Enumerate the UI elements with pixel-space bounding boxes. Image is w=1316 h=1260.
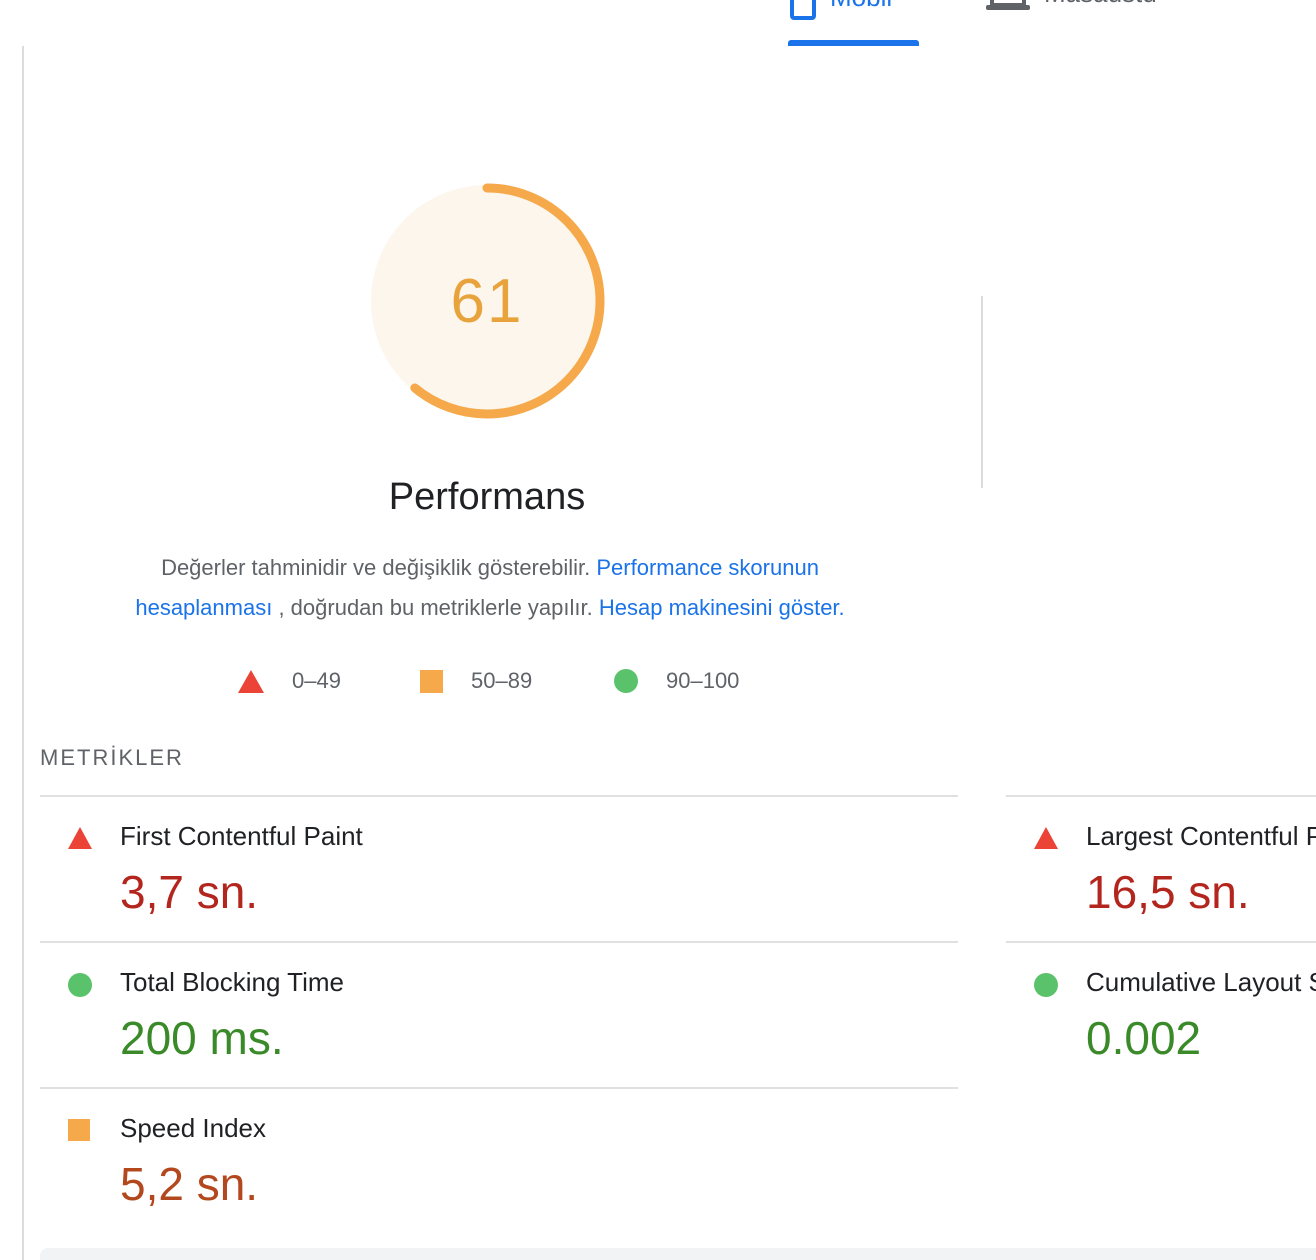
circle-icon bbox=[614, 669, 638, 693]
metric-cumulative-layout-shift: Cumulative Layout Shift 0.002 bbox=[1006, 943, 1316, 1087]
device-tabs: Mobil Masaüstü bbox=[0, 0, 1316, 46]
metric-speed-index: Speed Index 5,2 sn. bbox=[40, 1089, 958, 1233]
metric-name: Speed Index bbox=[120, 1113, 267, 1143]
smartphone-icon bbox=[790, 0, 816, 20]
metric-first-contentful-paint: First Contentful Paint 3,7 sn. bbox=[40, 797, 958, 941]
description-text-2: , doğrudan bu metriklerle yapılır. bbox=[278, 595, 593, 620]
metric-value: 3,7 sn. bbox=[120, 866, 259, 918]
legend-item-fail: 0–49 bbox=[238, 668, 341, 694]
average-square-icon bbox=[68, 1119, 90, 1141]
performance-score-gauge: 61 bbox=[367, 181, 607, 421]
score-value: 61 bbox=[450, 266, 524, 336]
metric-name: Largest Contentful Paint bbox=[1086, 821, 1316, 851]
metric-value: 0.002 bbox=[1086, 1012, 1202, 1064]
category-title: Performans bbox=[388, 476, 586, 518]
legend-item-average: 50–89 bbox=[420, 668, 532, 694]
legend-label: 90–100 bbox=[666, 668, 740, 693]
active-tab-indicator bbox=[788, 40, 919, 46]
tab-desktop-label: Masaüstü bbox=[1044, 0, 1157, 9]
tab-mobile-label: Mobil bbox=[830, 0, 892, 13]
metrics-section-label: METRİKLER bbox=[40, 745, 184, 770]
metric-name: First Contentful Paint bbox=[120, 821, 363, 851]
score-description: Değerler tahminidir ve değişiklik göster… bbox=[90, 548, 890, 628]
fail-triangle-icon bbox=[1034, 827, 1058, 849]
laptop-icon bbox=[986, 0, 1030, 13]
tab-mobile[interactable]: Mobil bbox=[790, 0, 892, 20]
calculator-link[interactable]: Hesap makinesini göster. bbox=[599, 595, 845, 620]
fail-triangle-icon bbox=[68, 827, 92, 849]
tab-desktop[interactable]: Masaüstü bbox=[986, 0, 1157, 10]
vertical-divider bbox=[981, 296, 983, 488]
next-section-panel bbox=[40, 1248, 1316, 1260]
metric-value: 16,5 sn. bbox=[1086, 866, 1250, 918]
description-text: Değerler tahminidir ve değişiklik göster… bbox=[161, 555, 591, 580]
metric-name: Total Blocking Time bbox=[120, 967, 344, 997]
score-legend: 0–49 50–89 90–100 bbox=[0, 668, 974, 700]
metric-largest-contentful-paint: Largest Contentful Paint 16,5 sn. bbox=[1006, 797, 1316, 941]
pass-circle-icon bbox=[68, 973, 92, 997]
metric-value: 200 ms. bbox=[120, 1012, 284, 1064]
square-icon bbox=[420, 669, 443, 693]
left-divider bbox=[22, 46, 24, 1260]
legend-item-pass: 90–100 bbox=[614, 668, 739, 694]
metric-value: 5,2 sn. bbox=[120, 1158, 259, 1210]
triangle-icon bbox=[238, 669, 264, 693]
legend-label: 50–89 bbox=[471, 668, 533, 693]
metric-name: Cumulative Layout Shift bbox=[1086, 967, 1316, 997]
metric-total-blocking-time: Total Blocking Time 200 ms. bbox=[40, 943, 958, 1087]
pass-circle-icon bbox=[1034, 973, 1058, 997]
legend-label: 0–49 bbox=[292, 668, 341, 693]
